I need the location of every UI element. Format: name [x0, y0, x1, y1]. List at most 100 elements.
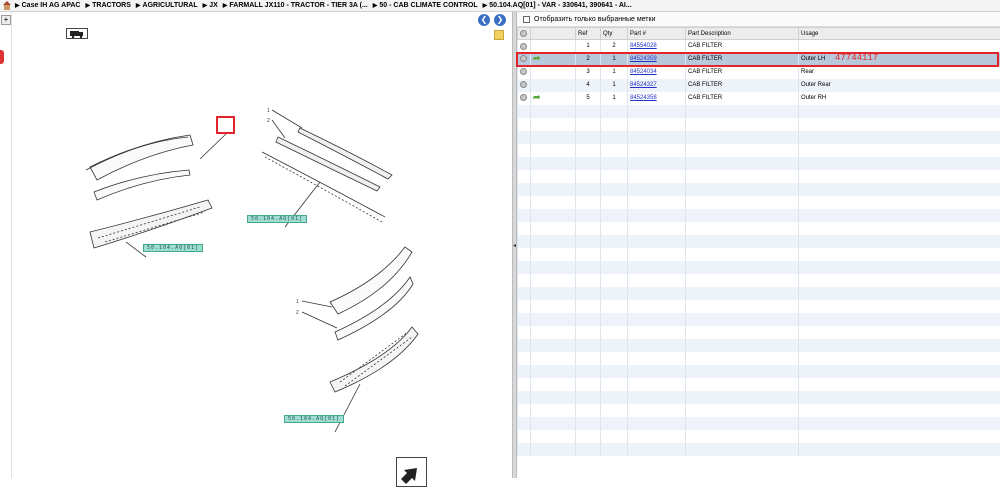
- empty-row: [518, 287, 1000, 300]
- empty-cell: [799, 170, 1000, 183]
- empty-cell: [628, 222, 686, 235]
- empty-cell: [799, 417, 1000, 430]
- usage-cell: Outer LH: [799, 53, 1000, 66]
- empty-cell: [576, 300, 601, 313]
- row-arrow-icon[interactable]: [531, 79, 576, 92]
- column-header-ref[interactable]: Ref: [576, 28, 601, 40]
- row-gear-icon[interactable]: [518, 53, 531, 66]
- empty-row: [518, 222, 1000, 235]
- select-all-gear-icon[interactable]: [518, 28, 531, 40]
- column-header-qty[interactable]: Qty: [601, 28, 628, 40]
- empty-cell: [576, 131, 601, 144]
- table-row[interactable]: ➦5184524358CAB FILTEROuter RH: [518, 92, 1000, 105]
- empty-cell: [576, 352, 601, 365]
- part-number-link[interactable]: 84554028: [630, 43, 657, 49]
- empty-cell: [531, 196, 576, 209]
- description-cell: CAB FILTER: [686, 79, 799, 92]
- empty-cell: [628, 118, 686, 131]
- breadcrumb-item[interactable]: ▶FARMALL JX110 - TRACTOR - TIER 3A (...: [223, 2, 368, 9]
- breadcrumb-item[interactable]: ▶AGRICULTURAL: [136, 2, 198, 9]
- qty-cell: 1: [601, 92, 628, 105]
- row-gear-icon[interactable]: [518, 66, 531, 79]
- empty-cell: [518, 196, 531, 209]
- row-arrow-icon[interactable]: [531, 66, 576, 79]
- empty-cell: [576, 378, 601, 391]
- empty-cell: [518, 430, 531, 443]
- breadcrumb-item[interactable]: ▶JX: [203, 2, 218, 9]
- filter-checkbox[interactable]: [523, 16, 530, 23]
- empty-cell: [576, 274, 601, 287]
- breadcrumb-item[interactable]: ▶50 - CAB CLIMATE CONTROL: [373, 2, 478, 9]
- ref-cell: 5: [576, 92, 601, 105]
- diagram-callout[interactable]: 50.104.AQ[01]: [143, 244, 203, 252]
- row-arrow-icon[interactable]: [531, 40, 576, 53]
- empty-row: [518, 196, 1000, 209]
- empty-cell: [601, 404, 628, 417]
- empty-cell: [628, 391, 686, 404]
- empty-cell: [531, 157, 576, 170]
- column-header-part[interactable]: Part #: [628, 28, 686, 40]
- empty-cell: [686, 391, 799, 404]
- empty-cell: [601, 352, 628, 365]
- table-row[interactable]: 1284554028CAB FILTER: [518, 40, 1000, 53]
- next-page-icon[interactable]: [396, 457, 427, 487]
- breadcrumb-item[interactable]: ▶50.104.AQ[01] - VAR - 330641, 390641 - …: [483, 2, 632, 9]
- empty-cell: [531, 287, 576, 300]
- empty-cell: [686, 209, 799, 222]
- column-header-description[interactable]: Part Description: [686, 28, 799, 40]
- empty-cell: [601, 300, 628, 313]
- empty-row: [518, 417, 1000, 430]
- part-number-link[interactable]: 84524034: [630, 69, 657, 75]
- diagram-callout[interactable]: 50.104.AQ[01]: [247, 215, 307, 223]
- note-icon[interactable]: [494, 30, 504, 40]
- empty-cell: [686, 300, 799, 313]
- forward-icon[interactable]: ❯: [494, 14, 506, 26]
- empty-cell: [799, 209, 1000, 222]
- part-number-link[interactable]: 84524327: [630, 82, 657, 88]
- part-number-link[interactable]: 84524359: [630, 56, 657, 62]
- splitter-handle-icon[interactable]: ◂: [513, 242, 516, 249]
- left-toolbar: +: [0, 12, 12, 478]
- row-arrow-icon[interactable]: ➦: [531, 92, 576, 105]
- empty-cell: [686, 339, 799, 352]
- empty-cell: [799, 222, 1000, 235]
- empty-cell: [628, 261, 686, 274]
- panel-tab-marker[interactable]: [0, 50, 4, 64]
- empty-cell: [518, 157, 531, 170]
- empty-cell: [576, 118, 601, 131]
- table-row[interactable]: 4184524327CAB FILTEROuter Rear: [518, 79, 1000, 92]
- diagram-callout[interactable]: 50.104.AQ[01]: [284, 415, 344, 423]
- breadcrumb-item[interactable]: ▶Case IH AG APAC: [15, 2, 81, 9]
- empty-row: [518, 261, 1000, 274]
- parts-table: Ref Qty Part # Part Description Usage 12…: [517, 27, 1000, 456]
- empty-cell: [799, 144, 1000, 157]
- empty-cell: [628, 235, 686, 248]
- breadcrumb-item[interactable]: ▶TRACTORS: [86, 2, 131, 9]
- selected-callout-highlight[interactable]: [216, 116, 235, 134]
- empty-cell: [628, 404, 686, 417]
- empty-cell: [518, 170, 531, 183]
- empty-cell: [576, 261, 601, 274]
- empty-row: [518, 443, 1000, 456]
- empty-cell: [518, 339, 531, 352]
- table-header: Ref Qty Part # Part Description Usage: [518, 28, 1000, 40]
- empty-cell: [799, 339, 1000, 352]
- empty-cell: [518, 417, 531, 430]
- table-row[interactable]: ➦2184524359CAB FILTEROuter LH: [518, 53, 1000, 66]
- empty-cell: [518, 144, 531, 157]
- row-arrow-icon[interactable]: ➦: [531, 53, 576, 66]
- row-gear-icon[interactable]: [518, 92, 531, 105]
- empty-cell: [628, 378, 686, 391]
- part-number-cell: 84524358: [628, 92, 686, 105]
- empty-cell: [628, 183, 686, 196]
- empty-cell: [686, 118, 799, 131]
- expand-icon[interactable]: +: [1, 15, 11, 25]
- empty-cell: [531, 443, 576, 456]
- table-row[interactable]: 3184524034CAB FILTERRear: [518, 66, 1000, 79]
- empty-cell: [601, 222, 628, 235]
- row-gear-icon[interactable]: [518, 79, 531, 92]
- part-number-link[interactable]: 84524358: [630, 95, 657, 101]
- row-gear-icon[interactable]: [518, 40, 531, 53]
- home-icon[interactable]: [2, 1, 12, 11]
- column-header-usage[interactable]: Usage: [799, 28, 1000, 40]
